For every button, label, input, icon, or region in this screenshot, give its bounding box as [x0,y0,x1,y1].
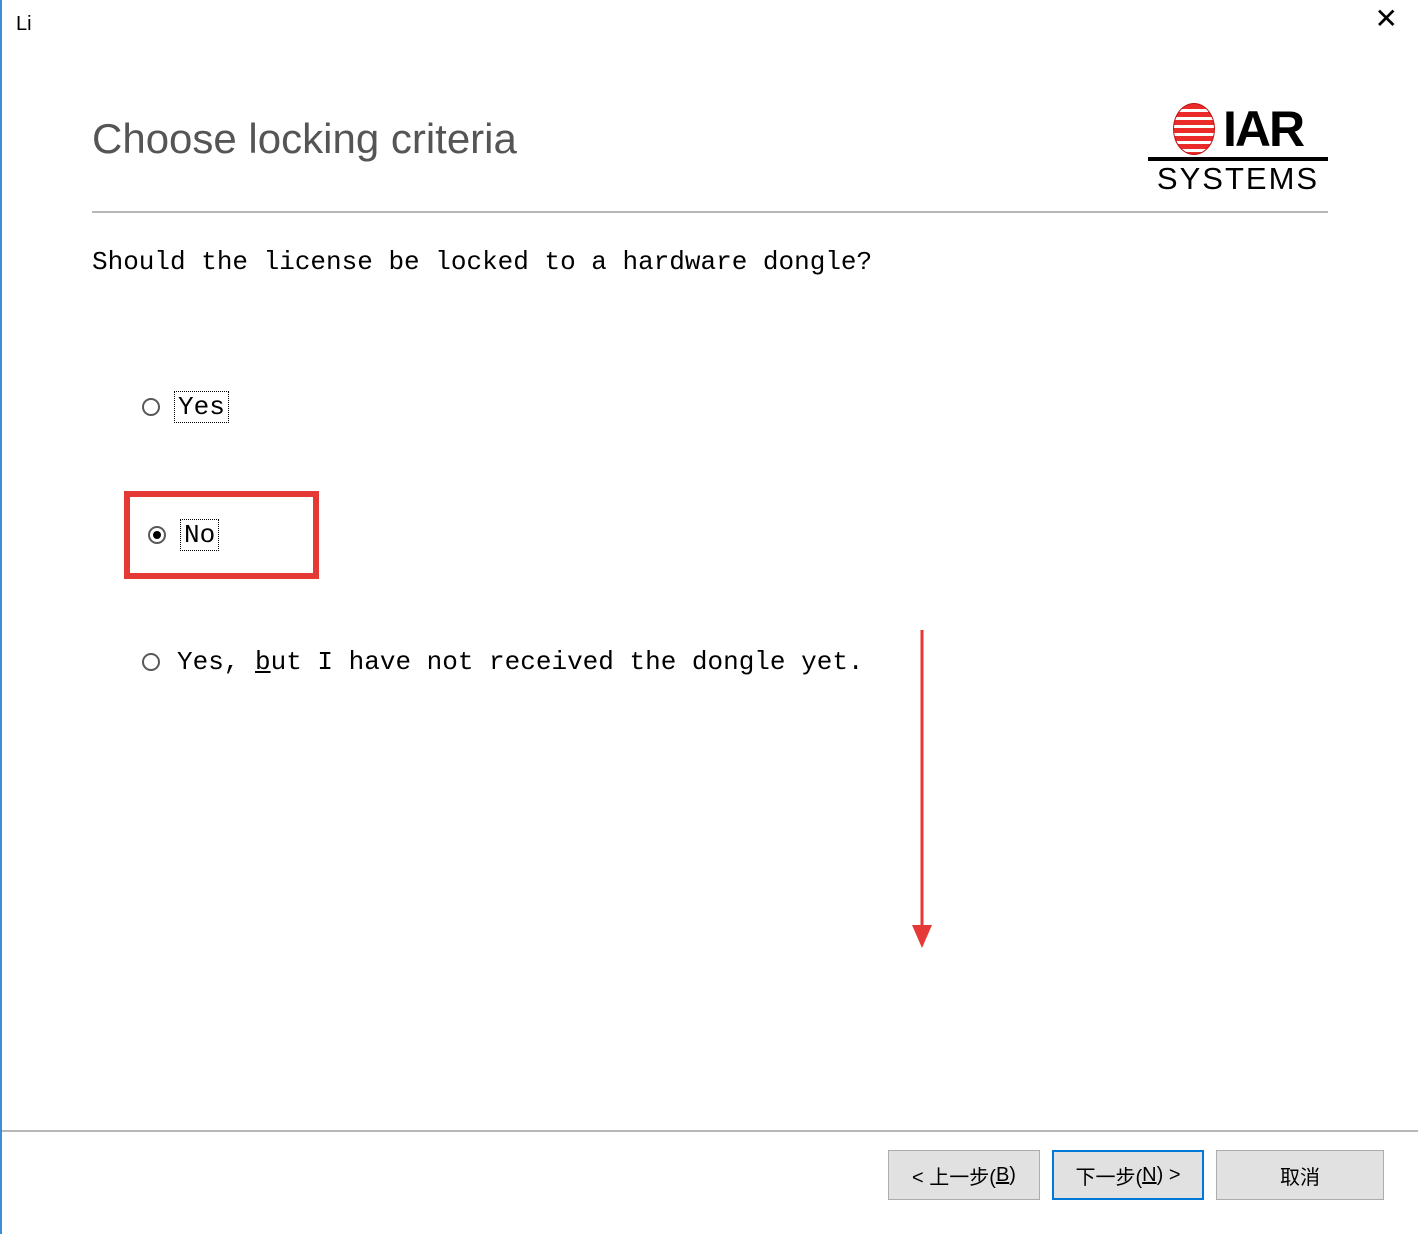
header-row: Choose locking criteria IAR SYSTEMS [92,103,1328,197]
highlight-box: No [124,491,319,579]
window-title: Li [16,13,32,36]
options-group: Yes No Yes, but I have not received the … [92,377,1328,691]
radio-yes[interactable] [142,398,160,416]
logo-text-systems: SYSTEMS [1148,157,1328,197]
radio-no[interactable] [148,526,166,544]
option-no[interactable]: No [148,519,295,551]
dialog-window: Li ✕ Choose locking criteria IAR SYSTEMS… [0,0,1418,1234]
titlebar: Li ✕ [2,0,1418,48]
option-no-label: No [180,519,219,551]
question-text: Should the license be locked to a hardwa… [92,247,1328,277]
back-button[interactable]: < 上一步(B) [888,1150,1040,1200]
option-not-received[interactable]: Yes, but I have not received the dongle … [124,633,1328,691]
button-row: < 上一步(B) 下一步(N) > 取消 [888,1150,1384,1200]
next-button[interactable]: 下一步(N) > [1052,1150,1204,1200]
logo-text-iar: IAR [1223,107,1303,152]
option-not-received-label: Yes, but I have not received the dongle … [174,647,867,677]
content-area: Choose locking criteria IAR SYSTEMS Shou… [2,48,1418,691]
logo-oval-icon [1173,103,1215,155]
header-divider [92,211,1328,213]
radio-not-received[interactable] [142,653,160,671]
option-yes[interactable]: Yes [124,377,1328,437]
cancel-button[interactable]: 取消 [1216,1150,1384,1200]
footer-divider [2,1130,1418,1132]
annotation-arrow-icon [902,630,942,950]
iar-systems-logo: IAR SYSTEMS [1148,103,1328,197]
page-title: Choose locking criteria [92,115,517,163]
close-icon[interactable]: ✕ [1355,1,1418,47]
option-yes-label: Yes [174,391,229,423]
